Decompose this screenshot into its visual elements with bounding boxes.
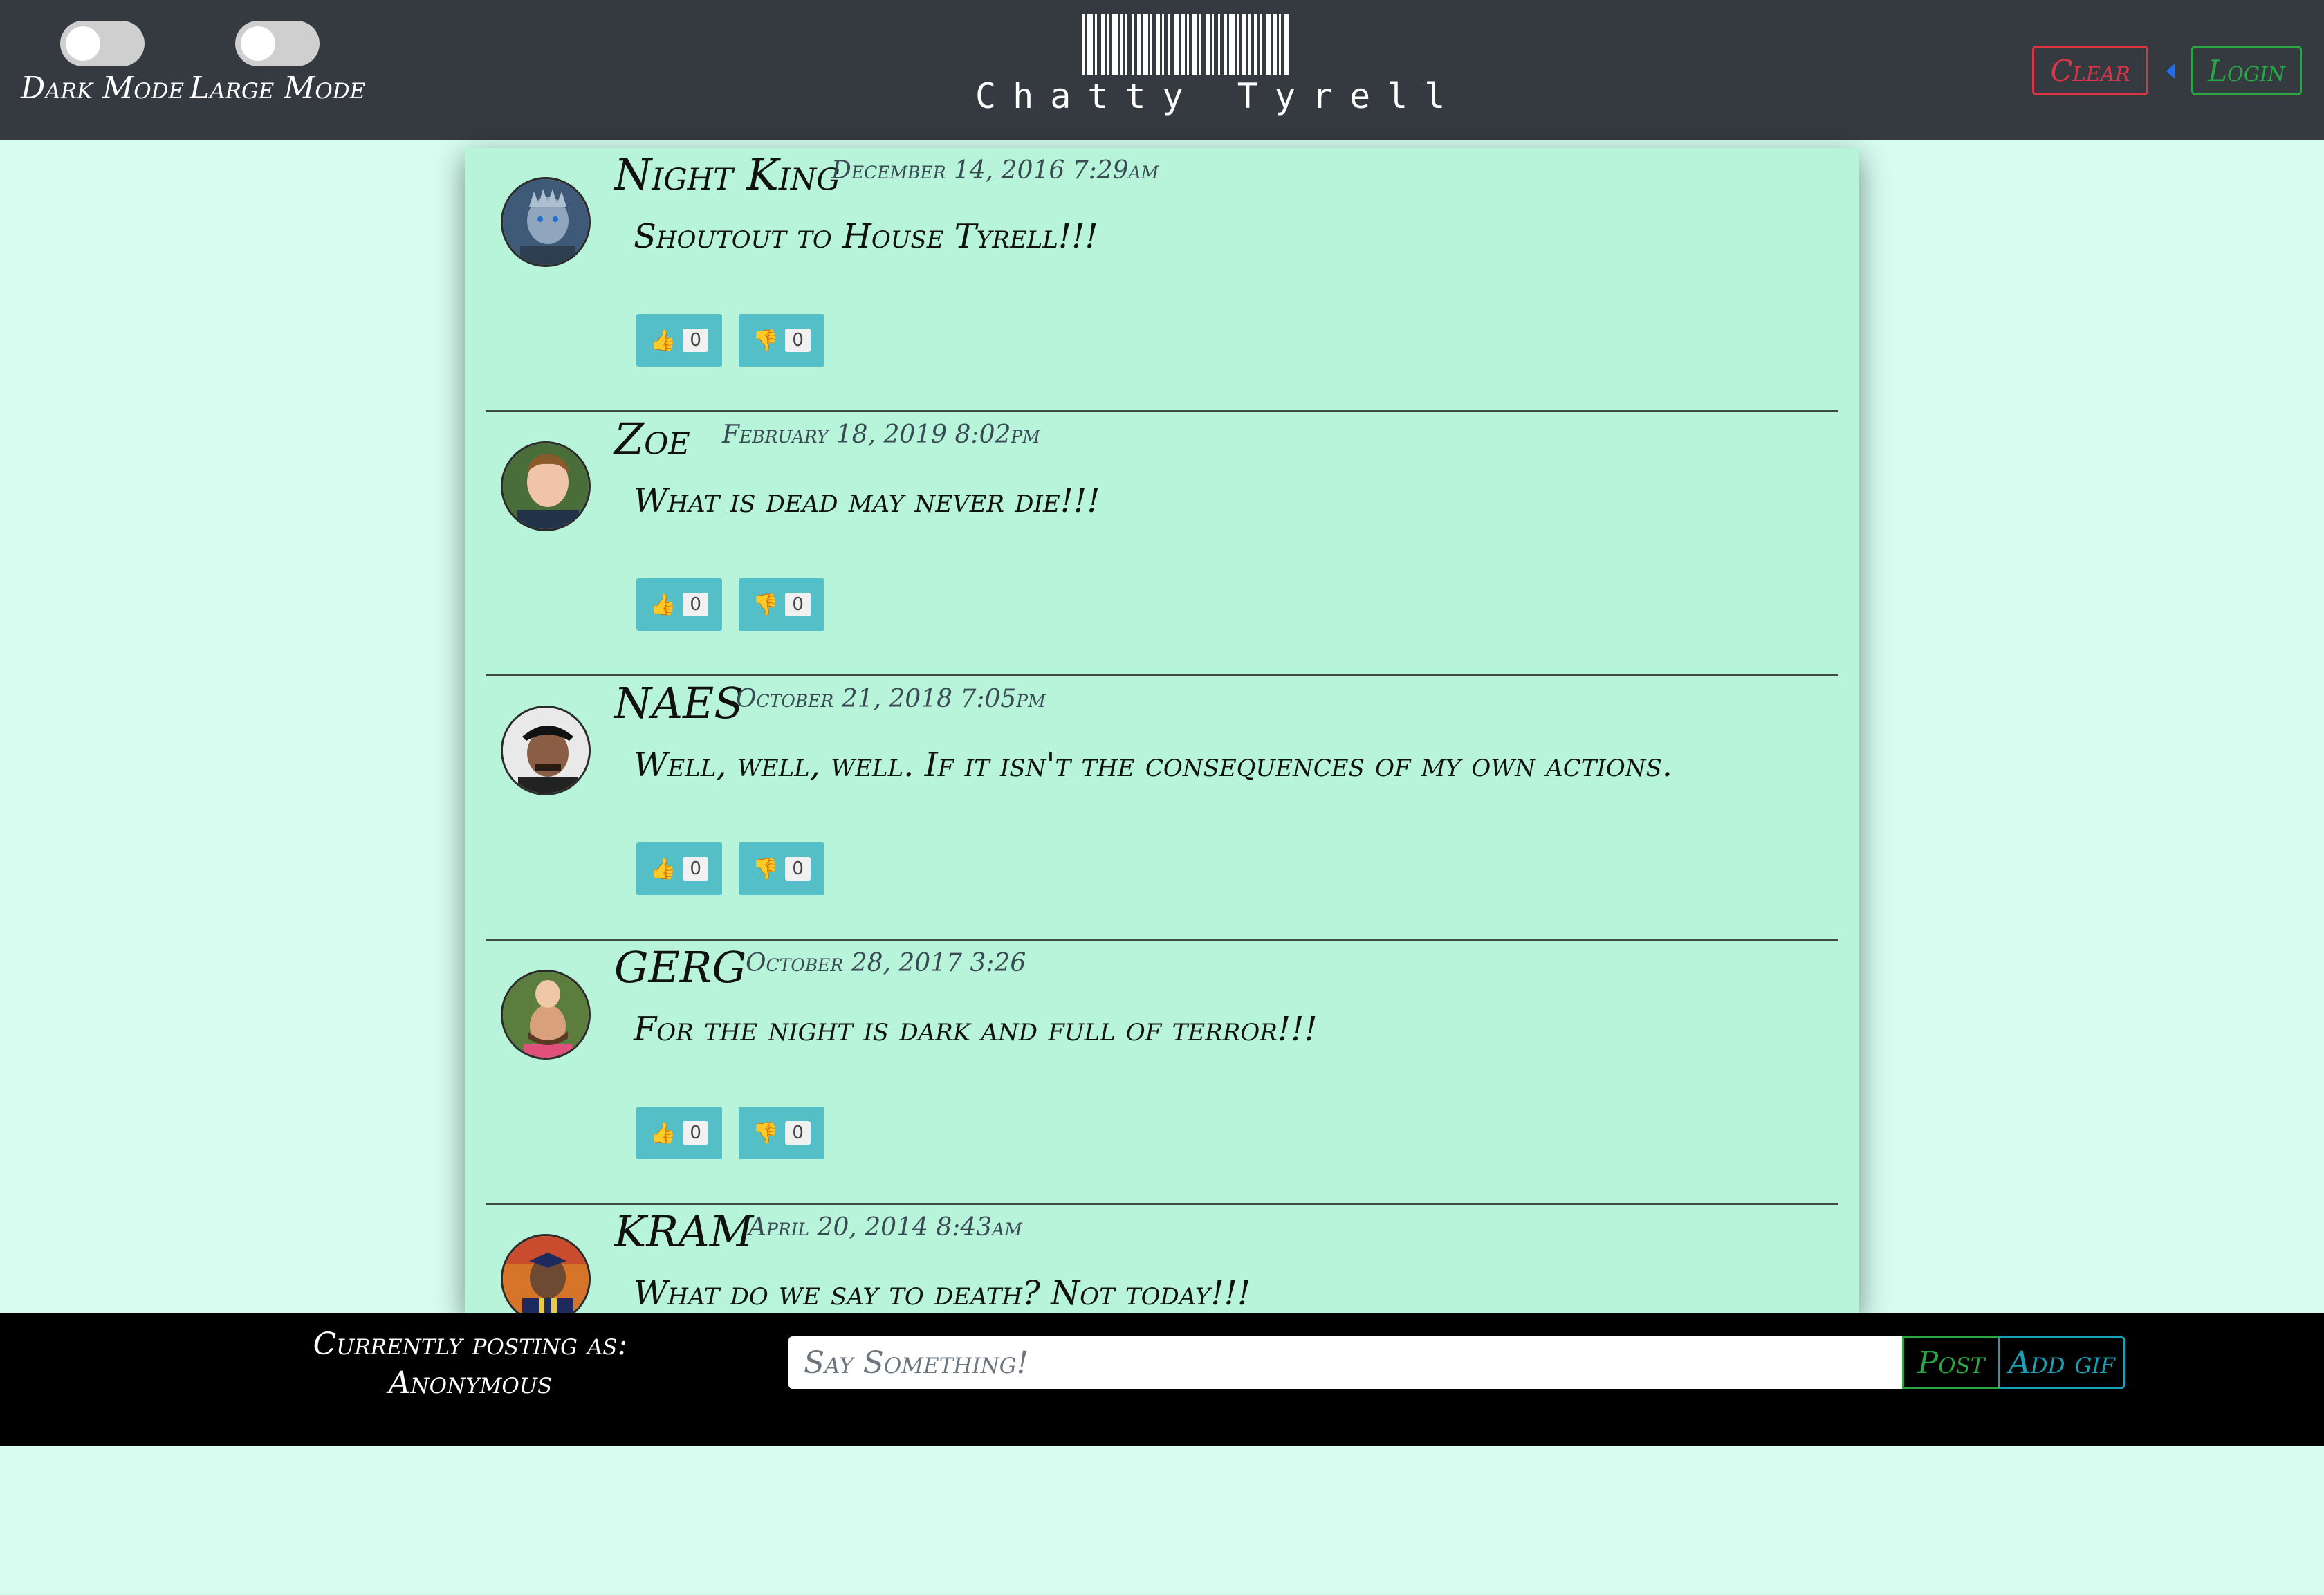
brand-title: Chatty Tyrell — [975, 76, 1462, 116]
like-button[interactable]: 👍 0 — [636, 842, 722, 895]
post-message: Well, well, well. If it isn't the conseq… — [634, 746, 1673, 784]
like-button[interactable]: 👍 0 — [636, 578, 722, 631]
toggle-knob — [241, 26, 276, 61]
dislike-button[interactable]: 👎 0 — [739, 578, 824, 631]
clear-button[interactable]: Clear — [2032, 46, 2148, 95]
user-avatar — [501, 1234, 591, 1314]
post-button[interactable]: Post — [1902, 1336, 2000, 1389]
post-message: What is dead may never die!!! — [634, 481, 1100, 520]
add-gif-button[interactable]: Add gif — [1998, 1336, 2125, 1389]
like-count: 0 — [683, 857, 708, 881]
dislike-button[interactable]: 👎 0 — [739, 314, 824, 367]
dark-mode-toggle-group: Dark Mode — [21, 21, 184, 106]
large-mode-toggle[interactable] — [235, 21, 320, 66]
posting-as-name: Anonymous — [388, 1365, 553, 1401]
toggle-knob — [66, 26, 101, 61]
large-mode-toggle-group: Large Mode — [190, 21, 365, 106]
post-username: KRAM — [614, 1206, 754, 1257]
post-item: KRAM April 20, 2014 8:43am What do we sa… — [465, 1205, 1859, 1314]
thumbs-down-icon: 👎 — [753, 328, 779, 353]
dislike-count: 0 — [785, 1121, 811, 1145]
post-timestamp: February 18, 2019 8:02pm — [722, 421, 1040, 449]
user-avatar — [501, 970, 591, 1060]
dislike-count: 0 — [785, 329, 811, 352]
post-timestamp: October 21, 2018 7:05pm — [736, 685, 1046, 713]
post-message: Shoutout to House Tyrell!!! — [634, 217, 1098, 256]
composer: Post Add gif — [788, 1336, 2128, 1389]
dislike-button[interactable]: 👎 0 — [739, 1107, 824, 1159]
posting-as: Currently posting as: Anonymous — [290, 1325, 650, 1403]
post-username: NAES — [614, 678, 744, 728]
dislike-count: 0 — [785, 593, 811, 616]
post-item: NAES October 21, 2018 7:05pm Well, well,… — [465, 676, 1859, 941]
thumbs-up-icon: 👍 — [650, 856, 676, 881]
brand: Chatty Tyrell — [975, 14, 1462, 116]
post-message: What do we say to death? Not today!!! — [634, 1274, 1251, 1313]
dislike-count: 0 — [785, 857, 811, 881]
message-feed[interactable]: Night King December 14, 2016 7:29am Shou… — [465, 148, 1859, 1314]
post-username: Night King — [614, 149, 840, 200]
post-username: GERG — [614, 942, 746, 993]
thumbs-down-icon: 👎 — [753, 592, 779, 617]
post-timestamp: October 28, 2017 3:26 — [746, 949, 1026, 977]
caret-left-icon — [2166, 64, 2175, 79]
user-avatar — [501, 177, 591, 267]
like-button[interactable]: 👍 0 — [636, 314, 722, 367]
post-timestamp: April 20, 2014 8:43am — [748, 1213, 1022, 1242]
dark-mode-toggle[interactable] — [60, 21, 145, 66]
composer-bar: Currently posting as: Anonymous Post Add… — [0, 1313, 2324, 1446]
dark-mode-label: Dark Mode — [21, 71, 185, 106]
thumbs-down-icon: 👎 — [753, 856, 779, 881]
dislike-button[interactable]: 👎 0 — [739, 842, 824, 895]
large-mode-label: Large Mode — [190, 71, 366, 106]
message-input[interactable] — [788, 1336, 1902, 1389]
like-button[interactable]: 👍 0 — [636, 1107, 722, 1159]
login-button[interactable]: Login — [2191, 46, 2302, 95]
like-count: 0 — [683, 1121, 708, 1145]
like-count: 0 — [683, 329, 708, 352]
post-item: GERG October 28, 2017 3:26 For the night… — [465, 941, 1859, 1205]
user-avatar — [501, 706, 591, 795]
posting-as-label: Currently posting as: — [313, 1327, 628, 1362]
post-item: Zoe February 18, 2019 8:02pm What is dea… — [465, 412, 1859, 676]
thumbs-up-icon: 👍 — [650, 328, 676, 353]
like-count: 0 — [683, 593, 708, 616]
post-message: For the night is dark and full of terror… — [634, 1010, 1318, 1049]
user-avatar — [501, 441, 591, 531]
thumbs-up-icon: 👍 — [650, 1121, 676, 1145]
thumbs-down-icon: 👎 — [753, 1121, 779, 1145]
barcode-icon — [975, 14, 1397, 75]
thumbs-up-icon: 👍 — [650, 592, 676, 617]
top-navbar: Dark Mode Large Mode Chatty Tyrell Clear… — [0, 0, 2324, 140]
post-item: Night King December 14, 2016 7:29am Shou… — [465, 148, 1859, 412]
post-username: Zoe — [614, 414, 690, 464]
post-timestamp: December 14, 2016 7:29am — [831, 156, 1159, 185]
